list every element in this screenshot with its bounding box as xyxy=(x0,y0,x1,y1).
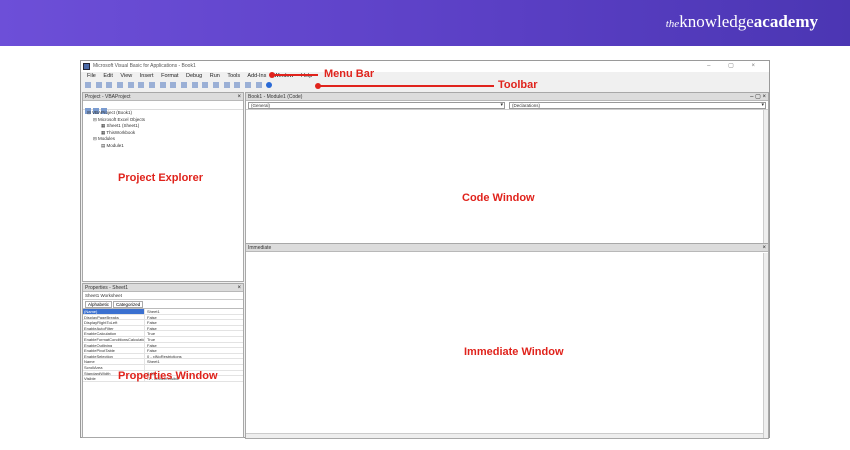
immediate-horizontal-scrollbar[interactable] xyxy=(246,433,763,438)
property-name: ScrollArea xyxy=(83,364,145,370)
window-title: Microsoft Visual Basic for Applications … xyxy=(93,63,196,69)
procedure-select[interactable]: (Declarations) xyxy=(509,102,766,109)
tab-categorized[interactable]: Categorized xyxy=(113,301,144,308)
property-name: EnableFormatConditionsCalculation xyxy=(84,336,145,342)
project-explorer-title-text: Project - VBAProject xyxy=(85,94,131,100)
property-value[interactable]: True xyxy=(145,331,155,336)
menu-view[interactable]: View xyxy=(120,73,132,79)
project-explorer-panel: Project - VBAProject × ⊟ VBAProject (Boo… xyxy=(82,92,244,282)
menu-add-ins[interactable]: Add-Ins xyxy=(247,73,266,79)
toolbox-icon[interactable] xyxy=(255,82,262,89)
paste-icon[interactable] xyxy=(138,82,145,89)
code-window-title-text: Book1 - Module1 (Code) xyxy=(248,94,303,100)
find-icon[interactable] xyxy=(149,82,156,89)
close-icon[interactable]: × xyxy=(237,93,241,101)
properties-panel: Properties - Sheet1 × Sheet1 Worksheet A… xyxy=(82,283,244,438)
immediate-vertical-scrollbar[interactable] xyxy=(763,253,768,438)
title-bar: Microsoft Visual Basic for Applications … xyxy=(81,61,769,72)
window-controls-icon[interactable]: – ▢ × xyxy=(750,93,766,101)
immediate-window-label: Immediate Window xyxy=(464,346,564,358)
menu-file[interactable]: File xyxy=(87,73,96,79)
project-tree: ⊟ VBAProject (Book1) ⊟ Microsoft Excel O… xyxy=(83,110,243,149)
project-explorer-title: Project - VBAProject × xyxy=(83,93,243,101)
property-name: EnableOutlining xyxy=(83,342,145,348)
header-banner: theknowledgeacademy xyxy=(0,0,850,46)
properties-object-select[interactable]: Sheet1 Worksheet xyxy=(83,292,243,300)
object-browser-icon[interactable] xyxy=(245,82,252,89)
property-name: EnableSelection xyxy=(83,353,145,359)
immediate-window-panel: Immediate × xyxy=(245,243,769,439)
toolbar-pointer xyxy=(315,83,494,89)
properties-title-text: Properties - Sheet1 xyxy=(85,285,129,291)
brand-logo: theknowledgeacademy xyxy=(666,12,818,32)
menu-edit[interactable]: Edit xyxy=(103,73,112,79)
properties-title: Properties - Sheet1 × xyxy=(83,284,243,292)
close-icon[interactable]: × xyxy=(762,244,766,252)
break-icon[interactable] xyxy=(191,82,198,89)
menu-tools[interactable]: Tools xyxy=(227,73,240,79)
properties-tabs: Alphabetic Categorized xyxy=(83,300,243,309)
properties-icon[interactable] xyxy=(234,82,241,89)
property-value[interactable]: False xyxy=(145,326,157,331)
vba-app-icon xyxy=(83,63,90,70)
property-name: EnableCalculation xyxy=(83,331,145,336)
property-name: (Name) xyxy=(83,309,145,314)
cut-icon[interactable] xyxy=(117,82,124,89)
property-value[interactable]: Sheet1 xyxy=(145,359,160,364)
project-explorer-tools xyxy=(83,101,243,114)
property-value[interactable]: False xyxy=(145,315,157,320)
property-name: DisplayRightToLeft xyxy=(83,320,145,325)
help-icon[interactable] xyxy=(266,82,273,89)
menu-run[interactable]: Run xyxy=(210,73,220,79)
code-window-title: Book1 - Module1 (Code) – ▢ × xyxy=(246,93,768,101)
properties-window-label: Properties Window xyxy=(118,370,218,382)
property-value[interactable]: Sheet1 xyxy=(145,309,160,314)
tree-item[interactable]: ▤ Module1 xyxy=(87,143,243,150)
reset-icon[interactable] xyxy=(202,82,209,89)
redo-icon[interactable] xyxy=(170,82,177,89)
menu-format[interactable]: Format xyxy=(161,73,178,79)
project-explorer-label: Project Explorer xyxy=(118,172,203,184)
code-window-label: Code Window xyxy=(462,192,535,204)
property-name: DisplayPageBreaks xyxy=(83,314,145,320)
undo-icon[interactable] xyxy=(159,82,166,89)
property-name: EnablePivotTable xyxy=(83,348,145,353)
save-icon[interactable] xyxy=(106,82,113,89)
immediate-window-title: Immediate × xyxy=(246,244,768,252)
menu-insert[interactable]: Insert xyxy=(140,73,154,79)
excel-view-icon[interactable] xyxy=(85,82,91,89)
copy-icon[interactable] xyxy=(127,82,134,89)
menu-debug[interactable]: Debug xyxy=(186,73,202,79)
property-value[interactable]: False xyxy=(145,348,157,353)
property-value[interactable] xyxy=(145,365,147,370)
object-select[interactable]: (General) xyxy=(248,102,505,109)
code-combos: (General) (Declarations) xyxy=(246,101,768,110)
menu-bar: File Edit View Insert Format Debug Run T… xyxy=(81,72,769,81)
brand-prefix: the xyxy=(665,18,680,30)
property-value[interactable]: 0 - xlNoRestrictions xyxy=(145,354,182,359)
tab-alphabetic[interactable]: Alphabetic xyxy=(85,301,113,308)
brand-name: knowledge xyxy=(679,12,754,31)
design-mode-icon[interactable] xyxy=(213,82,220,89)
close-icon[interactable]: × xyxy=(237,284,241,292)
project-explorer-icon[interactable] xyxy=(223,82,230,89)
property-value[interactable]: False xyxy=(145,343,157,348)
property-name: EnableAutoFilter xyxy=(83,325,145,331)
property-value[interactable]: True xyxy=(145,337,155,342)
window-controls[interactable]: – ▢ × xyxy=(707,61,763,72)
immediate-window-title-text: Immediate xyxy=(248,245,272,251)
toolbar-label: Toolbar xyxy=(498,79,538,91)
menu-bar-label: Menu Bar xyxy=(324,68,375,80)
brand-suffix: academy xyxy=(753,12,818,31)
property-name: Name xyxy=(83,359,145,364)
property-value[interactable]: False xyxy=(145,320,157,325)
menu-bar-pointer xyxy=(269,72,318,78)
run-icon[interactable] xyxy=(181,82,188,89)
insert-module-icon[interactable] xyxy=(95,82,102,89)
